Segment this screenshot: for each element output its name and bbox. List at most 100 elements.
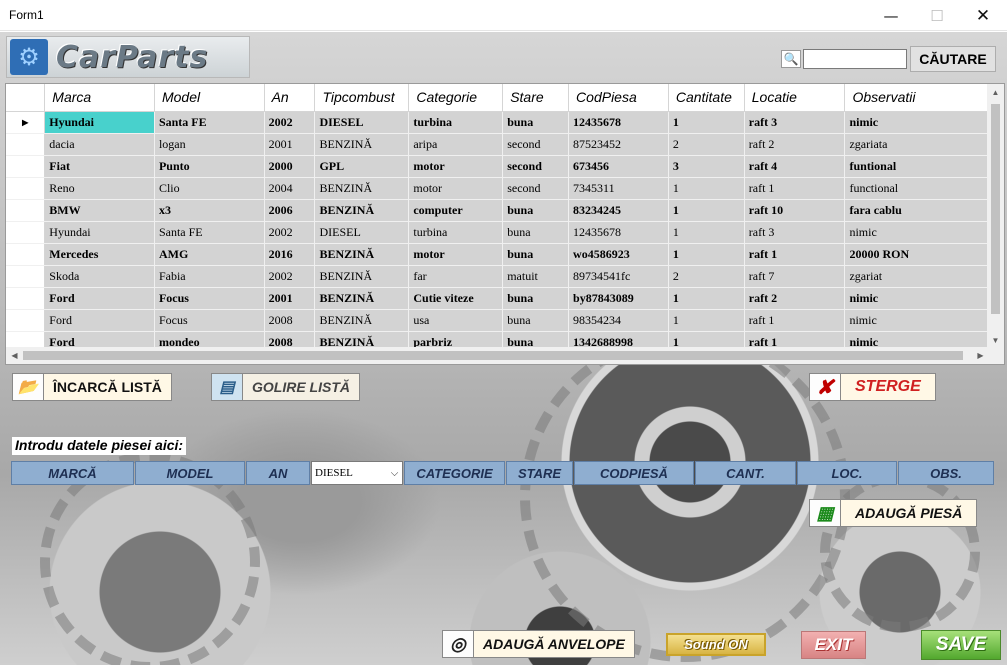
table-cell[interactable]: buna [502,111,570,134]
table-row[interactable]: dacia logan 2001 BENZINĂ aripa second 87523452… [6,133,1004,156]
table-cell[interactable]: nimic [844,221,1004,244]
table-cell[interactable]: 2 [668,265,745,288]
table-cell[interactable]: BMW [44,199,155,222]
table-row[interactable]: Skoda Fabia 2002 BENZINĂ far matuit 89734541fc… [6,265,1004,288]
table-cell[interactable]: DIESEL [314,221,410,244]
year-field[interactable]: AN [246,461,310,485]
table-cell[interactable]: fara cablu [844,199,1004,222]
table-cell[interactable]: 2016 [264,243,316,266]
table-cell[interactable]: 1 [668,177,745,200]
fuel-type-select[interactable]: DIESEL ⌵ [311,461,403,485]
column-header-marca[interactable]: Marca [44,84,155,112]
table-cell[interactable]: raft 10 [744,199,846,222]
table-row[interactable]: Fiat Punto 2000 GPL motor second 673456 3 raft 4… [6,155,1004,178]
column-header-model[interactable]: Model [154,84,265,112]
table-cell[interactable]: BENZINĂ [314,133,410,156]
table-cell[interactable]: raft 2 [744,287,846,310]
save-button[interactable]: SAVE [921,630,1001,660]
table-row[interactable]: Ford Focus 2001 BENZINĂ Cutie viteze buna by87… [6,287,1004,310]
model-field[interactable]: MODEL [135,461,245,485]
table-cell[interactable]: raft 3 [744,111,846,134]
table-cell[interactable]: logan [154,133,265,156]
table-cell[interactable]: 7345311 [568,177,669,200]
table-row[interactable]: Mercedes AMG 2016 BENZINĂ motor buna wo4586923… [6,243,1004,266]
table-cell[interactable]: dacia [44,133,155,156]
table-cell[interactable]: raft 1 [744,309,846,332]
table-cell[interactable]: second [502,177,570,200]
table-cell[interactable]: Santa FE [154,221,265,244]
row-header[interactable] [6,133,46,156]
table-cell[interactable]: buna [502,287,570,310]
row-header[interactable] [6,243,46,266]
table-cell[interactable]: 87523452 [568,133,669,156]
column-header-an[interactable]: An [264,84,316,112]
table-cell[interactable]: 3 [668,155,745,178]
table-cell[interactable]: Fiat [44,155,155,178]
table-cell[interactable]: BENZINĂ [314,309,410,332]
chevron-down-icon[interactable]: ⌵ [387,462,402,484]
maximize-button[interactable]: ☐ [914,0,960,31]
table-cell[interactable]: 12435678 [568,221,669,244]
table-cell[interactable]: Ford [44,287,155,310]
parts-data-grid[interactable]: Marca Model An Tipcombust Categorie Stare CodP… [5,83,1005,365]
row-header[interactable] [6,309,46,332]
table-cell[interactable]: 2008 [264,309,316,332]
table-cell[interactable]: buna [502,309,570,332]
table-row[interactable]: Hyundai Santa FE 2002 DIESEL turbina buna 1243… [6,221,1004,244]
table-cell[interactable]: 1 [668,199,745,222]
table-cell[interactable]: BENZINĂ [314,199,410,222]
column-header-codpiesa[interactable]: CodPiesa [568,84,669,112]
table-cell[interactable]: Hyundai [44,111,155,134]
table-cell[interactable]: 89734541fc [568,265,669,288]
table-cell[interactable]: 2002 [264,265,316,288]
table-cell[interactable]: Focus [154,287,265,310]
row-header[interactable] [6,287,46,310]
table-cell[interactable]: raft 1 [744,243,846,266]
table-cell[interactable]: Hyundai [44,221,155,244]
table-cell[interactable]: 1 [668,111,745,134]
table-cell[interactable]: nimic [844,111,1004,134]
brand-field[interactable]: MARCĂ [11,461,134,485]
table-cell[interactable]: x3 [154,199,265,222]
table-cell[interactable]: second [502,155,570,178]
table-cell[interactable]: 2006 [264,199,316,222]
table-cell[interactable]: Punto [154,155,265,178]
table-cell[interactable]: raft 4 [744,155,846,178]
table-cell[interactable]: zgariata [844,133,1004,156]
row-header[interactable] [6,177,46,200]
table-cell[interactable]: 1 [668,221,745,244]
table-cell[interactable]: Reno [44,177,155,200]
table-cell[interactable]: buna [502,221,570,244]
table-cell[interactable]: BENZINĂ [314,243,410,266]
close-button[interactable]: ✕ [960,0,1006,31]
table-cell[interactable]: 2 [668,133,745,156]
category-field[interactable]: CATEGORIE [404,461,505,485]
table-cell[interactable]: 2004 [264,177,316,200]
column-header-observatii[interactable]: Observatii [844,84,1004,112]
search-button[interactable]: CĂUTARE [910,46,996,72]
table-cell[interactable]: wo4586923 [568,243,669,266]
table-cell[interactable]: matuit [502,265,570,288]
table-cell[interactable]: buna [502,199,570,222]
table-cell[interactable]: 1 [668,287,745,310]
horizontal-scroll-thumb[interactable] [23,351,963,360]
row-header[interactable]: ▶ [6,111,46,134]
table-cell[interactable]: by87843089 [568,287,669,310]
table-cell[interactable]: 20000 RON [844,243,1004,266]
table-cell[interactable]: turbina [408,221,504,244]
table-cell[interactable]: Skoda [44,265,155,288]
table-cell[interactable]: 1 [668,243,745,266]
table-cell[interactable]: motor [408,177,504,200]
table-cell[interactable]: aripa [408,133,504,156]
column-header-categorie[interactable]: Categorie [408,84,504,112]
row-header[interactable] [6,155,46,178]
scroll-up-icon[interactable]: ▲ [987,84,1004,101]
table-cell[interactable]: BENZINĂ [314,287,410,310]
table-cell[interactable]: Ford [44,309,155,332]
table-cell[interactable]: usa [408,309,504,332]
row-header[interactable] [6,199,46,222]
row-header[interactable] [6,221,46,244]
observations-field[interactable]: OBS. [898,461,994,485]
table-cell[interactable]: BENZINĂ [314,177,410,200]
load-list-button[interactable]: 📂 ÎNCARCĂ LISTĂ [12,373,172,401]
